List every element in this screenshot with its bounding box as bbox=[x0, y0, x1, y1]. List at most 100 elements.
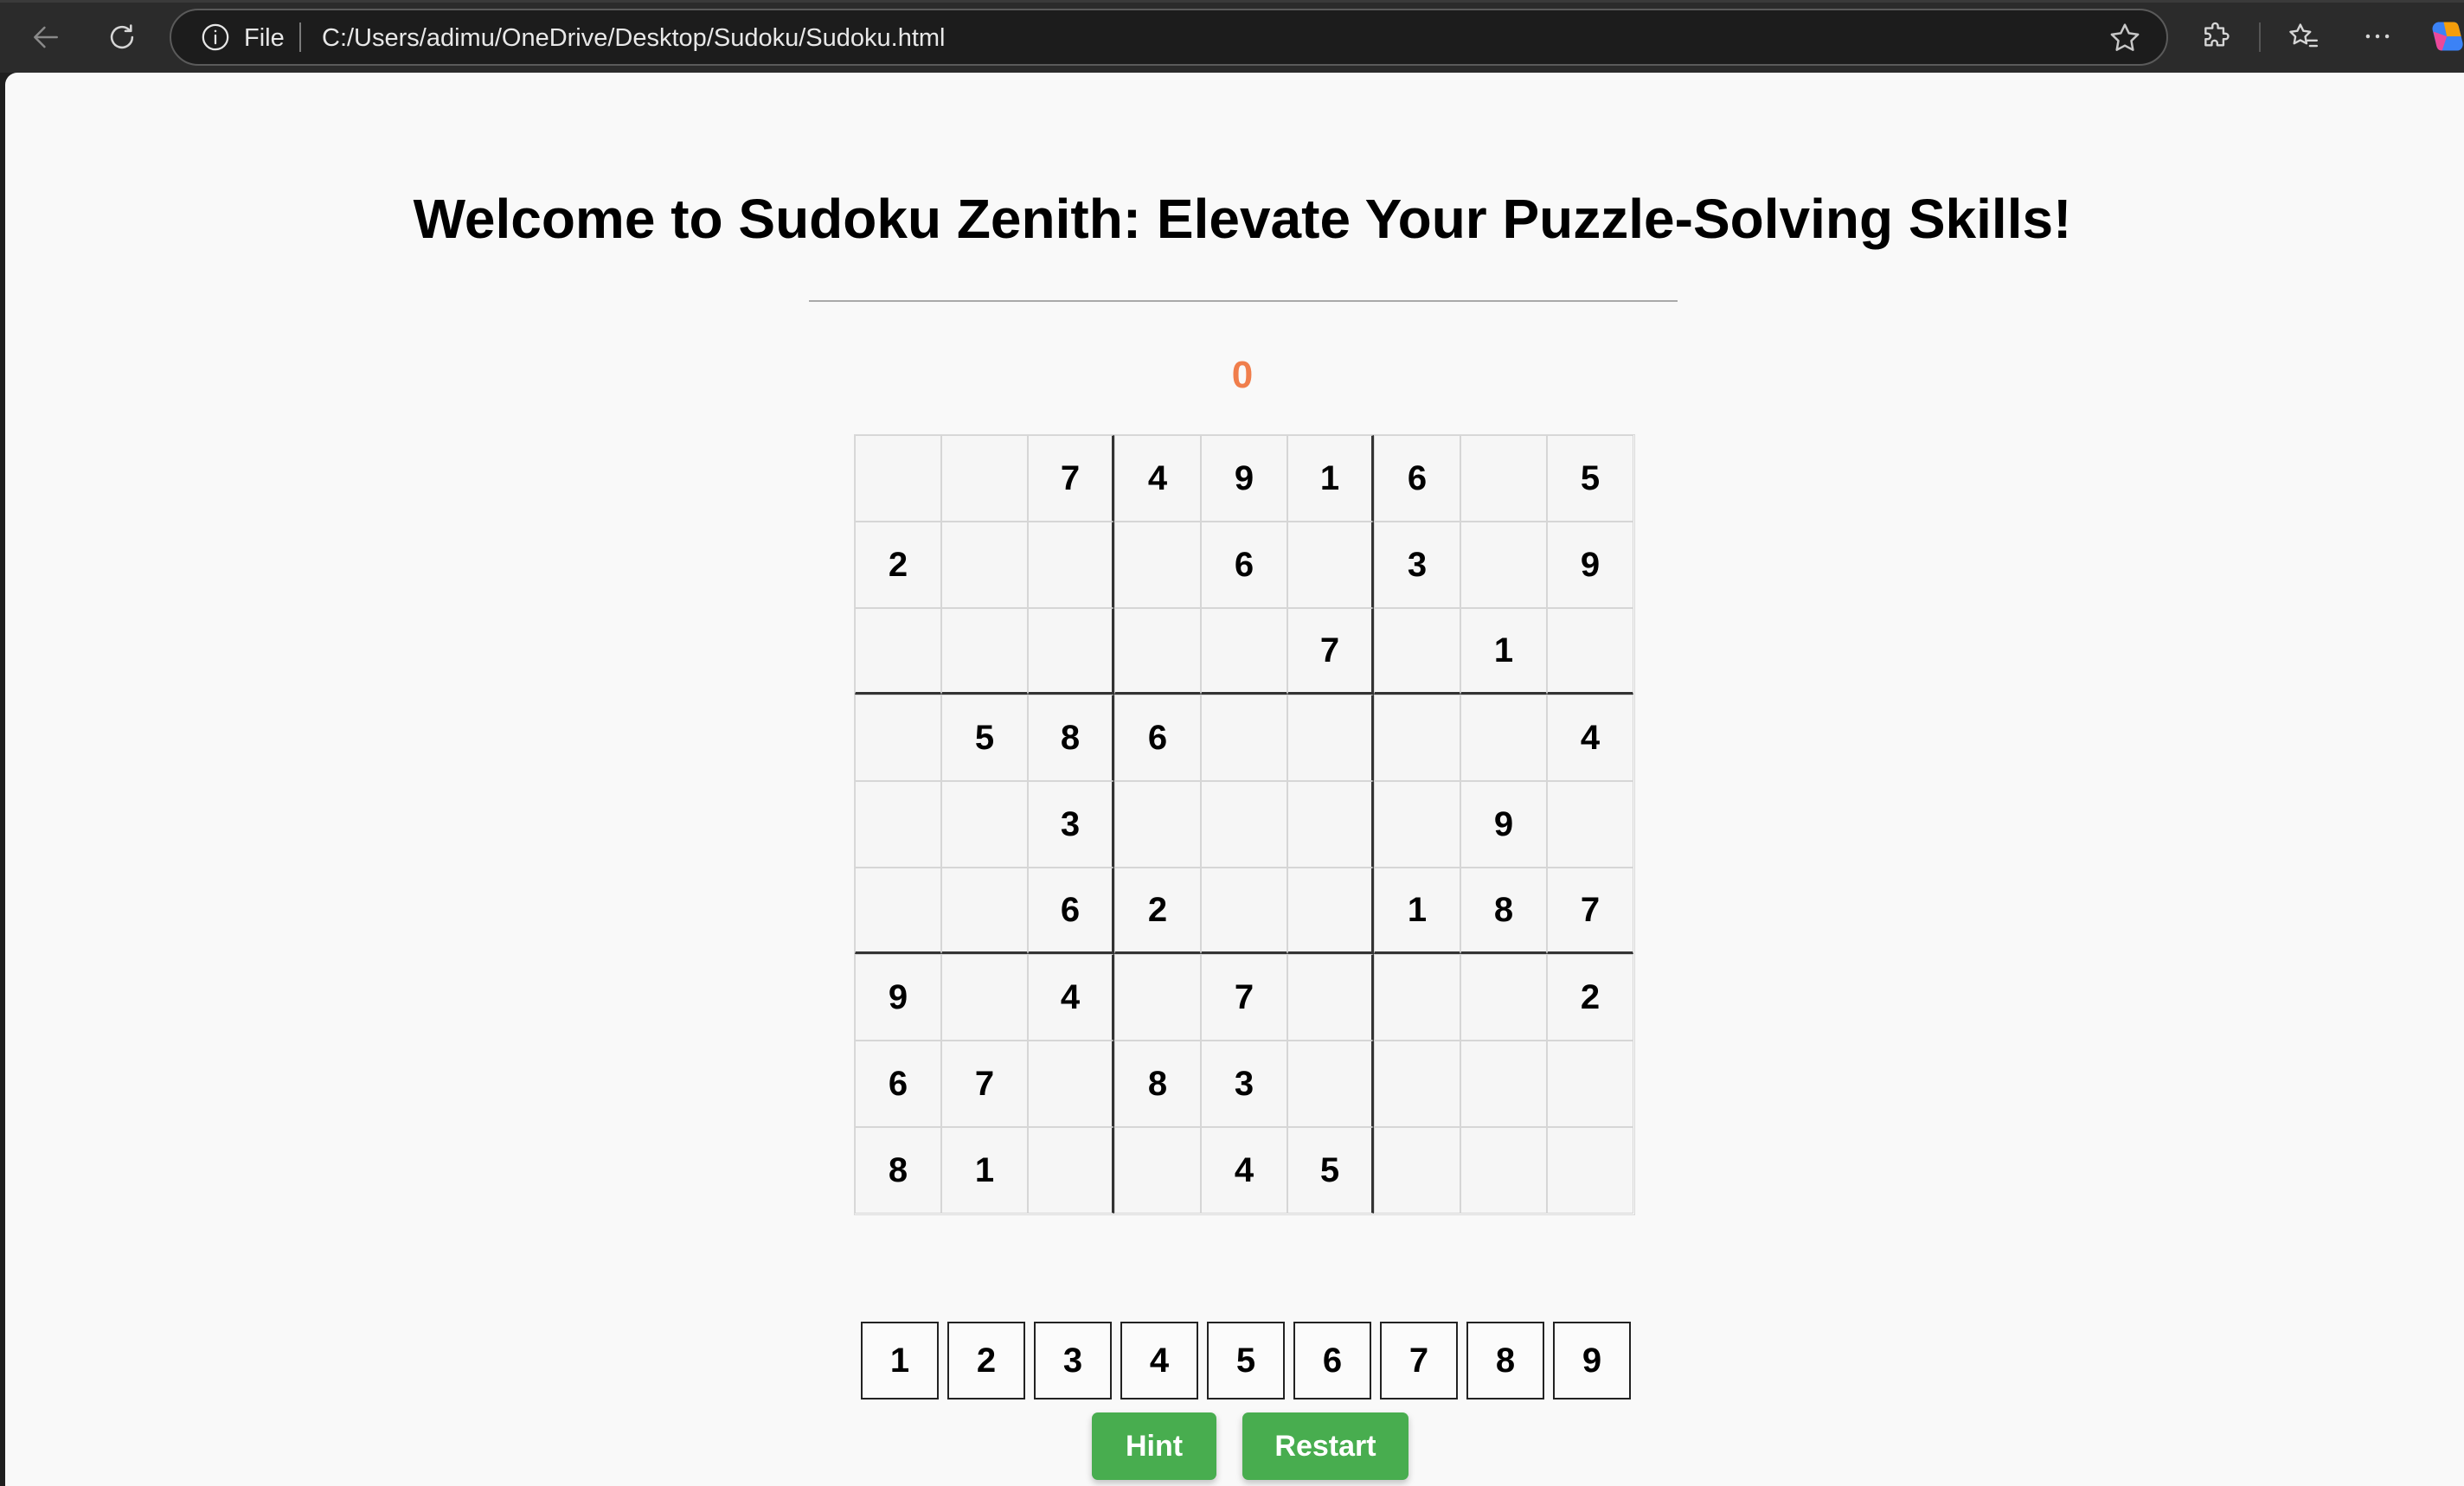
sudoku-cell[interactable] bbox=[855, 781, 941, 868]
sudoku-cell[interactable]: 5 bbox=[941, 695, 1028, 781]
sudoku-cell[interactable] bbox=[1201, 868, 1287, 954]
sudoku-cell[interactable] bbox=[941, 781, 1028, 868]
sudoku-cell[interactable] bbox=[1374, 1041, 1460, 1127]
sudoku-cell[interactable]: 6 bbox=[1028, 868, 1114, 954]
sudoku-cell[interactable]: 9 bbox=[1201, 435, 1287, 522]
sudoku-cell[interactable]: 1 bbox=[1374, 868, 1460, 954]
sudoku-cell[interactable]: 7 bbox=[1201, 954, 1287, 1041]
sudoku-cell[interactable]: 6 bbox=[1374, 435, 1460, 522]
sudoku-cell[interactable]: 1 bbox=[941, 1127, 1028, 1214]
extensions-button[interactable] bbox=[2196, 16, 2237, 57]
number-button-5[interactable]: 5 bbox=[1207, 1322, 1285, 1400]
number-button-2[interactable]: 2 bbox=[947, 1322, 1025, 1400]
number-button-3[interactable]: 3 bbox=[1034, 1322, 1112, 1400]
sudoku-cell[interactable]: 3 bbox=[1374, 522, 1460, 608]
sudoku-cell[interactable]: 4 bbox=[1114, 435, 1201, 522]
info-icon[interactable] bbox=[201, 22, 230, 52]
sudoku-cell[interactable] bbox=[1374, 608, 1460, 695]
copilot-icon[interactable] bbox=[2429, 17, 2464, 55]
sudoku-cell[interactable] bbox=[1287, 954, 1374, 1041]
sudoku-cell[interactable] bbox=[1547, 608, 1633, 695]
sudoku-cell[interactable] bbox=[1201, 781, 1287, 868]
sudoku-cell[interactable] bbox=[941, 435, 1028, 522]
sudoku-cell[interactable]: 4 bbox=[1201, 1127, 1287, 1214]
sudoku-cell[interactable]: 6 bbox=[1114, 695, 1201, 781]
sudoku-cell[interactable] bbox=[941, 954, 1028, 1041]
sudoku-cell[interactable] bbox=[1374, 695, 1460, 781]
sudoku-cell[interactable]: 2 bbox=[855, 522, 941, 608]
sudoku-cell[interactable] bbox=[1114, 522, 1201, 608]
sudoku-cell[interactable] bbox=[1460, 954, 1547, 1041]
sudoku-cell[interactable]: 9 bbox=[1460, 781, 1547, 868]
sudoku-cell[interactable] bbox=[855, 868, 941, 954]
sudoku-cell[interactable] bbox=[1547, 1127, 1633, 1214]
sudoku-cell[interactable] bbox=[1460, 435, 1547, 522]
sudoku-cell[interactable] bbox=[1287, 522, 1374, 608]
sudoku-cell[interactable] bbox=[1201, 608, 1287, 695]
sudoku-cell[interactable]: 9 bbox=[855, 954, 941, 1041]
sudoku-cell[interactable] bbox=[1460, 1041, 1547, 1127]
sudoku-cell[interactable] bbox=[1460, 695, 1547, 781]
number-button-9[interactable]: 9 bbox=[1553, 1322, 1631, 1400]
sudoku-cell[interactable] bbox=[1201, 695, 1287, 781]
sudoku-cell[interactable]: 8 bbox=[855, 1127, 941, 1214]
favorites-button[interactable] bbox=[2282, 16, 2324, 57]
sudoku-cell[interactable]: 4 bbox=[1547, 695, 1633, 781]
sudoku-cell[interactable] bbox=[1028, 1041, 1114, 1127]
url-text[interactable]: C:/Users/adimu/OneDrive/Desktop/Sudoku/S… bbox=[322, 21, 945, 55]
sudoku-cell[interactable] bbox=[855, 608, 941, 695]
sudoku-cell[interactable] bbox=[1374, 954, 1460, 1041]
sudoku-cell[interactable] bbox=[1374, 781, 1460, 868]
sudoku-cell[interactable] bbox=[1287, 1041, 1374, 1127]
sudoku-cell[interactable]: 7 bbox=[1028, 435, 1114, 522]
sudoku-cell[interactable] bbox=[1460, 1127, 1547, 1214]
number-button-7[interactable]: 7 bbox=[1380, 1322, 1458, 1400]
hint-button[interactable]: Hint bbox=[1092, 1412, 1216, 1480]
sudoku-cell[interactable] bbox=[941, 522, 1028, 608]
sudoku-cell[interactable] bbox=[1287, 868, 1374, 954]
sudoku-cell[interactable]: 1 bbox=[1460, 608, 1547, 695]
more-menu-button[interactable] bbox=[2357, 16, 2398, 57]
number-button-6[interactable]: 6 bbox=[1293, 1322, 1371, 1400]
sudoku-cell[interactable]: 8 bbox=[1028, 695, 1114, 781]
sudoku-cell[interactable]: 4 bbox=[1028, 954, 1114, 1041]
sudoku-cell[interactable]: 9 bbox=[1547, 522, 1633, 608]
sudoku-cell[interactable] bbox=[1287, 695, 1374, 781]
sudoku-cell[interactable] bbox=[1460, 522, 1547, 608]
sudoku-cell[interactable] bbox=[941, 868, 1028, 954]
sudoku-cell[interactable] bbox=[855, 435, 941, 522]
sudoku-cell[interactable]: 8 bbox=[1460, 868, 1547, 954]
sudoku-cell[interactable] bbox=[855, 695, 941, 781]
restart-button[interactable]: Restart bbox=[1242, 1412, 1408, 1480]
sudoku-cell[interactable]: 6 bbox=[1201, 522, 1287, 608]
sudoku-cell[interactable] bbox=[941, 608, 1028, 695]
sudoku-cell[interactable]: 1 bbox=[1287, 435, 1374, 522]
number-button-1[interactable]: 1 bbox=[861, 1322, 939, 1400]
sudoku-cell[interactable] bbox=[1287, 781, 1374, 868]
sudoku-cell[interactable] bbox=[1028, 1127, 1114, 1214]
sudoku-cell[interactable]: 2 bbox=[1114, 868, 1201, 954]
number-button-8[interactable]: 8 bbox=[1466, 1322, 1544, 1400]
sudoku-cell[interactable] bbox=[1114, 781, 1201, 868]
sudoku-cell[interactable]: 2 bbox=[1547, 954, 1633, 1041]
sudoku-cell[interactable]: 5 bbox=[1287, 1127, 1374, 1214]
sudoku-cell[interactable]: 7 bbox=[1547, 868, 1633, 954]
sudoku-cell[interactable]: 7 bbox=[1287, 608, 1374, 695]
sudoku-cell[interactable]: 8 bbox=[1114, 1041, 1201, 1127]
sudoku-cell[interactable]: 5 bbox=[1547, 435, 1633, 522]
back-button[interactable] bbox=[21, 12, 71, 62]
address-bar[interactable]: File C:/Users/adimu/OneDrive/Desktop/Sud… bbox=[170, 9, 2168, 66]
sudoku-cell[interactable]: 3 bbox=[1028, 781, 1114, 868]
sudoku-cell[interactable] bbox=[1114, 954, 1201, 1041]
sudoku-cell[interactable] bbox=[1547, 1041, 1633, 1127]
star-icon[interactable] bbox=[2108, 21, 2142, 55]
number-button-4[interactable]: 4 bbox=[1120, 1322, 1198, 1400]
sudoku-cell[interactable] bbox=[1114, 608, 1201, 695]
sudoku-cell[interactable] bbox=[1547, 781, 1633, 868]
sudoku-cell[interactable]: 7 bbox=[941, 1041, 1028, 1127]
sudoku-cell[interactable]: 6 bbox=[855, 1041, 941, 1127]
sudoku-cell[interactable] bbox=[1028, 522, 1114, 608]
sudoku-cell[interactable] bbox=[1374, 1127, 1460, 1214]
refresh-button[interactable] bbox=[97, 12, 147, 62]
sudoku-cell[interactable] bbox=[1028, 608, 1114, 695]
